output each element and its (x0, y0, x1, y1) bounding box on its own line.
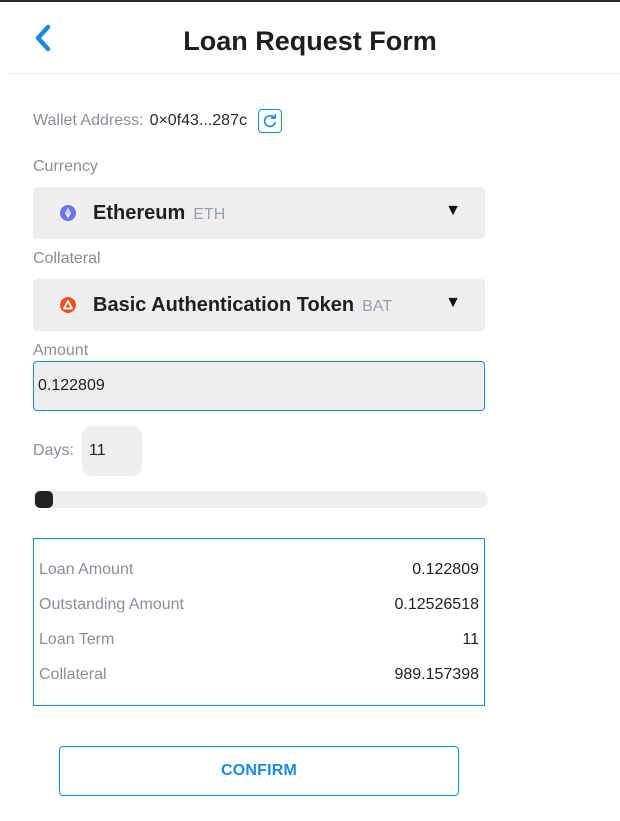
ethereum-icon (60, 205, 76, 221)
collateral-select[interactable]: Basic Authentication Token BAT ▼ (33, 279, 485, 331)
collateral-label: Collateral (33, 250, 101, 267)
summary-key: Collateral (39, 666, 107, 683)
summary-row: Loan Term 11 (39, 631, 479, 649)
page-title: Loan Request Form (183, 26, 437, 56)
currency-label: Currency (33, 158, 98, 175)
summary-key: Loan Term (39, 631, 115, 648)
confirm-button[interactable]: CONFIRM (59, 746, 459, 796)
days-label: Days: (33, 442, 74, 459)
summary-row: Outstanding Amount 0.12526518 (39, 596, 479, 614)
summary-row: Loan Amount 0.122809 (39, 561, 479, 579)
dropdown-caret-icon: ▼ (445, 294, 461, 311)
currency-selected: Ethereum ETH (93, 202, 225, 225)
days-input[interactable]: 11 (82, 426, 142, 476)
wallet-address-row: Wallet Address: 0×0f43...287c (33, 108, 282, 134)
collateral-name: Basic Authentication Token (93, 293, 355, 316)
summary-row: Collateral 989.157398 (39, 666, 479, 684)
collateral-selected: Basic Authentication Token BAT (93, 294, 392, 317)
wallet-address-value: 0×0f43...287c (149, 112, 247, 129)
refresh-icon (263, 114, 277, 128)
slider-handle[interactable] (35, 491, 53, 508)
loan-summary: Loan Amount 0.122809 Outstanding Amount … (33, 538, 485, 706)
summary-value: 989.157398 (394, 666, 479, 683)
summary-key: Loan Amount (39, 561, 134, 578)
wallet-address-label: Wallet Address: (33, 112, 144, 129)
amount-input[interactable] (33, 361, 485, 411)
amount-label: Amount (33, 342, 89, 359)
summary-key: Outstanding Amount (39, 596, 184, 613)
currency-symbol: ETH (193, 205, 226, 223)
summary-value: 0.12526518 (394, 596, 479, 613)
bat-token-icon (60, 297, 76, 313)
collateral-symbol: BAT (362, 297, 393, 315)
days-slider[interactable] (33, 491, 488, 508)
currency-select[interactable]: Ethereum ETH ▼ (33, 187, 485, 239)
dropdown-caret-icon: ▼ (445, 202, 461, 219)
currency-name: Ethereum (93, 201, 186, 224)
refresh-button[interactable] (257, 109, 282, 133)
summary-value: 0.122809 (412, 561, 479, 578)
summary-value: 11 (462, 631, 479, 648)
